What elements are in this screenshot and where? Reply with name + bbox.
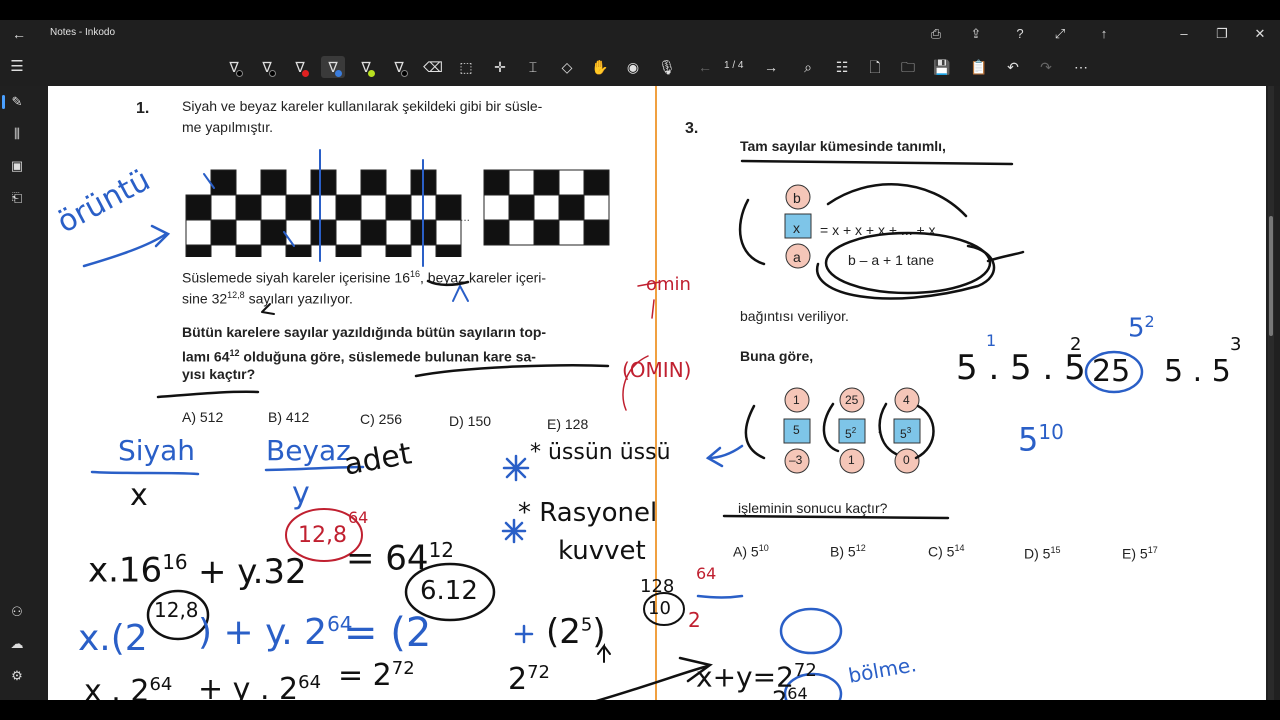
help-icon[interactable]: ? xyxy=(1009,24,1031,44)
minimize-icon[interactable]: – xyxy=(1173,24,1195,44)
title-bar: ← Notes - Inkodo ⎙ ⇪ ? ⤢ ↑ – ❐ ✕ xyxy=(0,20,1280,48)
hw-five-sq: 52 xyxy=(1128,312,1155,344)
hw-omin-box: (OMIN) xyxy=(622,358,692,382)
hw-line3: x . 264 xyxy=(84,674,173,700)
hw-line1-y32: + y.32 xyxy=(198,552,307,592)
save-icon[interactable]: 💾 xyxy=(930,56,954,78)
previous-page-icon[interactable]: ← xyxy=(693,56,717,78)
scrollbar-thumb[interactable] xyxy=(1269,216,1273,336)
app-window: ← Notes - Inkodo ⎙ ⇪ ? ⤢ ↑ – ❐ ✕ ☰ ∇ ∇ ∇… xyxy=(0,20,1280,700)
next-page-icon[interactable]: → xyxy=(759,56,783,78)
export-icon[interactable]: ⇪ xyxy=(965,24,987,44)
hw-line1-eq: = 6412 xyxy=(346,538,455,579)
hw-circle-alt: 64 xyxy=(348,508,369,527)
hw-frac-num: 128 xyxy=(640,576,675,597)
slideshow-icon[interactable]: ▣ xyxy=(7,156,27,176)
window-title: Notes - Inkodo xyxy=(50,27,116,38)
hw-line3c: = 272 xyxy=(338,658,415,693)
fullscreen-icon[interactable]: ⤢ xyxy=(1049,24,1071,44)
screen-frame: ← Notes - Inkodo ⎙ ⇪ ? ⤢ ↑ – ❐ ✕ ☰ ∇ ∇ ∇… xyxy=(0,0,1280,720)
settings-sliders-icon[interactable]: ☷ xyxy=(830,56,854,78)
hw-circled-612: 6.12 xyxy=(420,576,478,606)
hw-pow25: (25) xyxy=(546,612,606,652)
more-options-icon[interactable]: ⋯ xyxy=(1069,56,1093,78)
left-sidebar: ✎ ⫼ ▣ ⎗ ⚇ ☁ ⚙ xyxy=(0,86,34,700)
move-icon[interactable]: ✛ xyxy=(488,56,512,78)
library-icon[interactable]: ⫼ xyxy=(7,124,27,144)
highlighter-tool-yellow[interactable]: ∇ xyxy=(354,56,378,78)
undo-icon[interactable]: ↶ xyxy=(1001,56,1025,78)
hamburger-menu-icon[interactable]: ☰ xyxy=(8,58,26,76)
new-page-icon[interactable]: 🗋 xyxy=(863,56,887,78)
close-icon[interactable]: ✕ xyxy=(1249,24,1271,44)
hw-x: x xyxy=(130,478,148,513)
hw-line2b: ) + y. 264 xyxy=(198,612,353,653)
upload-icon[interactable]: ↑ xyxy=(1093,24,1115,44)
lasso-select-icon[interactable]: ⬚ xyxy=(454,56,478,78)
pen-tool-1[interactable]: ∇ xyxy=(222,56,246,78)
hw-usun-ussu: * üssün üssü xyxy=(530,440,671,465)
hw-r-e4: 5 . 5 xyxy=(1164,354,1231,389)
hw-kuvvet: kuvvet xyxy=(558,536,646,566)
pen-tool-red[interactable]: ∇ xyxy=(288,56,312,78)
hw-frac-den: 10 xyxy=(648,598,671,619)
zoom-icon[interactable]: ⌕ xyxy=(796,56,820,78)
hw-beyaz: Beyaz xyxy=(266,434,351,467)
open-folder-icon[interactable]: 🗀 xyxy=(896,56,920,78)
hw-r-e3: 25 xyxy=(1092,354,1131,389)
share-icon[interactable]: ⎙ xyxy=(925,24,947,44)
note-canvas[interactable]: 1. Siyah ve beyaz kareler kullanılarak ş… xyxy=(48,86,1266,700)
hw-line2: x.(2 xyxy=(78,618,148,659)
hw-rasyonel: * Rasyonel xyxy=(518,498,658,528)
hw-r-e1: 1 xyxy=(986,331,997,350)
vertical-scrollbar[interactable] xyxy=(1268,86,1274,700)
restore-icon[interactable]: ❐ xyxy=(1211,24,1233,44)
settings-gear-icon[interactable]: ⚙ xyxy=(7,666,27,686)
redo-icon[interactable]: ↷ xyxy=(1034,56,1058,78)
hw-line3d: 272 xyxy=(508,662,550,697)
microphone-icon[interactable]: 🎙 xyxy=(655,56,679,78)
hw-xy-den: 264 xyxy=(772,684,808,700)
hw-line3b: + y . 264 xyxy=(198,672,322,700)
hw-circle-exp: 12,8 xyxy=(298,523,347,548)
toolbar: ☰ ∇ ∇ ∇ ∇ ∇ ∇ ⌫ ⬚ ✛ ⌶ ◇ ✋ ◉ 🎙 ← 1 / 4 → … xyxy=(0,48,1280,86)
pen-notes-icon[interactable]: ✎ xyxy=(2,92,27,112)
paste-icon[interactable]: 📋 xyxy=(967,56,991,78)
account-icon[interactable]: ⚇ xyxy=(7,602,27,622)
back-arrow-icon[interactable]: ← xyxy=(10,25,28,43)
clipboard-icon[interactable]: ⎗ xyxy=(7,188,27,208)
hw-omin: omin xyxy=(646,274,691,295)
hw-r-expr: 5 . 5 . 5 xyxy=(956,348,1086,388)
hand-pan-icon[interactable]: ✋ xyxy=(588,56,612,78)
hw-line2-circled: 12,8 xyxy=(154,598,199,622)
hw-r-e5: 3 xyxy=(1230,334,1242,355)
pen-tool-6[interactable]: ∇ xyxy=(387,56,411,78)
hw-line2c: = (2 xyxy=(344,610,432,656)
page-indicator: 1 / 4 xyxy=(724,60,744,71)
pen-tool-blue[interactable]: ∇ xyxy=(321,56,345,78)
hw-y: y xyxy=(292,476,310,511)
pen-tool-2[interactable]: ∇ xyxy=(255,56,279,78)
hw-line1-x16: x.1616 xyxy=(88,550,188,591)
hw-r-e2: 2 xyxy=(1070,334,1082,355)
shapes-icon[interactable]: ◇ xyxy=(555,56,579,78)
palette-icon[interactable]: ◉ xyxy=(621,56,645,78)
text-cursor-icon[interactable]: ⌶ xyxy=(521,56,545,78)
hw-frac-alt: 64 xyxy=(696,564,717,583)
eraser-icon[interactable]: ⌫ xyxy=(421,56,445,78)
cloud-icon[interactable]: ☁ xyxy=(7,634,27,654)
hw-five10: 510 xyxy=(1018,420,1064,459)
hw-siyah: Siyah xyxy=(118,434,196,467)
hw-frac-alt2: 2 xyxy=(688,608,701,632)
